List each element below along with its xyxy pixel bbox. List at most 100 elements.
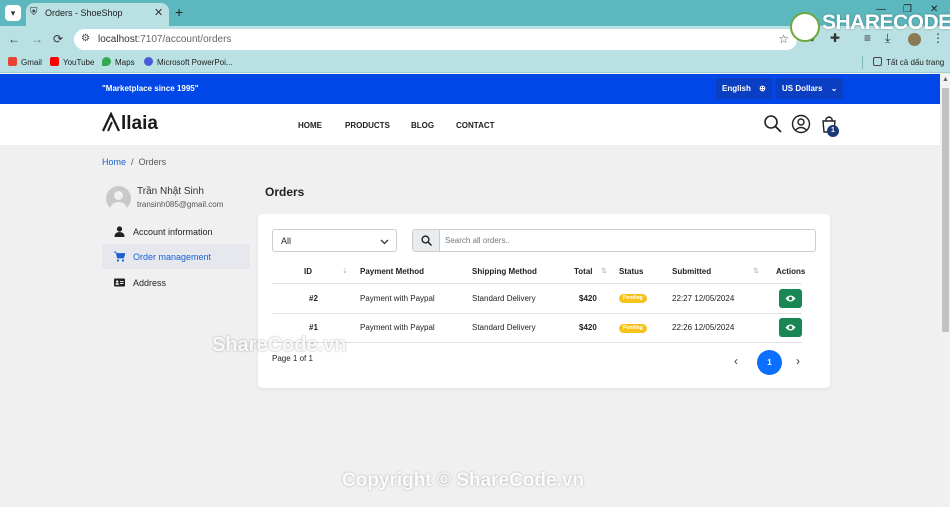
bookmark-gmail[interactable]: Gmail [8, 57, 42, 67]
tab-search-button[interactable]: ▾ [5, 5, 21, 21]
chevron-left-icon[interactable]: ‹ [734, 354, 738, 368]
page-scrollbar[interactable]: ▲ [940, 74, 950, 507]
breadcrumb-current: Orders [138, 157, 167, 167]
nav-home[interactable]: HOME [298, 121, 322, 130]
order-id: #2 [309, 294, 318, 303]
status-filter-select[interactable]: All [272, 229, 397, 252]
search-button[interactable] [413, 230, 440, 251]
pagination-current-page[interactable]: 1 [757, 350, 782, 375]
language-selector[interactable]: English ⊕ [716, 78, 772, 99]
chevron-down-icon [380, 239, 389, 245]
close-tab-icon[interactable]: ✕ [154, 6, 163, 19]
sharecode-logo-mark [790, 12, 820, 42]
user-name: Trần Nhật Sinh [137, 186, 204, 197]
address-bar[interactable]: ⚙ localhost:7107/account/orders ☆ [74, 29, 797, 50]
url-text: localhost:7107/account/orders [98, 34, 232, 45]
bookmark-powerpoint[interactable]: Microsoft PowerPoi... [144, 57, 233, 67]
bookmark-maps[interactable]: Maps [102, 57, 135, 67]
bookmarks-bar: Gmail YouTube Maps Microsoft PowerPoi...… [0, 52, 950, 73]
folder-icon [873, 57, 882, 66]
column-header-actions: Actions [776, 267, 806, 276]
table-divider [272, 313, 802, 314]
submitted-time: 22:27 12/05/2024 [672, 294, 735, 303]
breadcrumb-separator: / [131, 157, 134, 167]
submitted-time: 22:26 12/05/2024 [672, 323, 735, 332]
breadcrumb-home[interactable]: Home [102, 157, 126, 167]
search-icon[interactable] [763, 114, 783, 134]
payment-method: Payment with Paypal [360, 294, 435, 303]
cart-count-badge: 1 [827, 125, 839, 137]
sort-icon[interactable]: ⇅ [601, 267, 607, 275]
watermark-mid: ShareCode.vn [212, 334, 347, 356]
nav-products[interactable]: PRODUCTS [345, 121, 390, 130]
column-header-total[interactable]: Total [574, 267, 593, 276]
eye-icon [785, 324, 796, 331]
scroll-up-icon[interactable]: ▲ [942, 76, 949, 83]
order-total: $420 [579, 323, 597, 332]
tab-title: Orders - ShoeShop [45, 8, 123, 18]
column-header-shipping: Shipping Method [472, 267, 537, 276]
page-favicon-icon: ⛨ [30, 7, 38, 18]
column-header-submitted[interactable]: Submitted [672, 267, 711, 276]
back-icon[interactable]: ← [8, 32, 20, 46]
column-header-payment: Payment Method [360, 267, 425, 276]
sort-icon[interactable]: ⇅ [753, 267, 759, 275]
tagline: "Marketplace since 1995" [102, 84, 199, 93]
cart-icon [114, 251, 125, 262]
eye-icon [785, 295, 796, 302]
browser-tab[interactable]: ⛨ Orders - ShoeShop ✕ [26, 3, 169, 26]
order-id: #1 [309, 323, 318, 332]
bookmark-youtube[interactable]: YouTube [50, 57, 94, 67]
new-tab-icon[interactable]: + [175, 4, 183, 20]
shipping-method: Standard Delivery [472, 323, 536, 332]
shipping-method: Standard Delivery [472, 294, 536, 303]
status-filter-value: All [281, 236, 292, 246]
brand-mark-icon [102, 112, 120, 132]
breadcrumb: Home / Orders [102, 157, 166, 167]
view-order-button[interactable] [779, 289, 802, 308]
address-card-icon [114, 278, 125, 287]
all-bookmarks-folder[interactable]: Tất cả dấu trang [873, 57, 944, 67]
sidebar-item-label: Order management [133, 252, 212, 262]
gmail-icon [8, 57, 17, 66]
bookmark-star-icon[interactable]: ☆ [778, 32, 789, 46]
user-avatar [106, 186, 131, 211]
chevron-right-icon[interactable]: › [796, 354, 800, 368]
page-title: Orders [265, 185, 305, 199]
scroll-thumb[interactable] [942, 88, 949, 332]
table-divider [272, 283, 802, 284]
user-account-icon[interactable] [791, 114, 811, 134]
sidebar-item-label: Address [133, 278, 167, 288]
sidebar-item-address[interactable]: Address [102, 270, 250, 295]
column-header-id[interactable]: ID [304, 267, 312, 276]
sidebar-item-label: Account information [133, 227, 213, 237]
sort-icon[interactable]: ⇣ [342, 267, 348, 275]
site-header: llaia HOME PRODUCTS BLOG CONTACT [0, 104, 940, 145]
reload-icon[interactable]: ⟳ [53, 32, 63, 46]
maps-icon [102, 57, 111, 66]
payment-method: Payment with Paypal [360, 323, 435, 332]
sidebar-item-order-management[interactable]: Order management [102, 244, 250, 269]
nav-blog[interactable]: BLOG [411, 121, 434, 130]
search-icon [421, 235, 432, 246]
search-input[interactable] [445, 230, 805, 251]
watermark-copyright: Copyright © ShareCode.vn [342, 470, 585, 491]
youtube-icon [50, 57, 59, 66]
globe-icon: ⊕ [759, 84, 766, 93]
site-info-icon[interactable]: ⚙ [81, 33, 93, 45]
currency-selector[interactable]: US Dollars ⌄ [776, 78, 844, 99]
forward-icon[interactable]: → [31, 32, 43, 46]
order-search [412, 229, 816, 252]
nav-contact[interactable]: CONTACT [456, 121, 495, 130]
site-topbar: "Marketplace since 1995" English ⊕ US Do… [0, 74, 940, 104]
user-email: transinh085@gmail.com [137, 200, 224, 209]
sidebar-item-account-information[interactable]: Account information [102, 219, 250, 244]
bookmarks-separator [862, 56, 863, 69]
globe-icon [144, 57, 153, 66]
sharecode-logo: SHARECODE.vn [822, 11, 950, 34]
view-order-button[interactable] [779, 318, 802, 337]
column-header-status: Status [619, 267, 644, 276]
status-badge: Pending [619, 294, 647, 303]
user-icon [114, 226, 125, 237]
brand-logo[interactable]: llaia [102, 112, 158, 135]
